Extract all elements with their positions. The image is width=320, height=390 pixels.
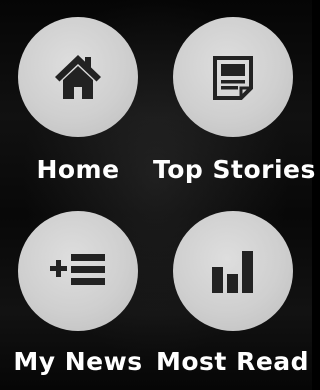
home-button[interactable] [18,17,138,137]
menu-item-top-stories[interactable]: Top Stories [153,0,315,184]
add-list-icon [50,254,105,285]
newspaper-icon [213,56,253,100]
home-label: Home [36,155,120,184]
menu-item-home[interactable]: Home [0,0,150,184]
most-read-label: Most Read [156,347,310,376]
home-icon [55,55,101,99]
top-stories-button[interactable] [173,17,293,137]
watch-screen: Home Top Stories My News Most Read [0,0,315,390]
most-read-button[interactable] [173,211,293,331]
top-stories-label: Top Stories [153,155,316,184]
bar-chart-icon [212,251,253,293]
menu-item-most-read[interactable]: Most Read [156,195,309,376]
my-news-label: My News [13,347,143,376]
menu-item-my-news[interactable]: My News [0,195,150,376]
my-news-button[interactable] [18,211,138,331]
